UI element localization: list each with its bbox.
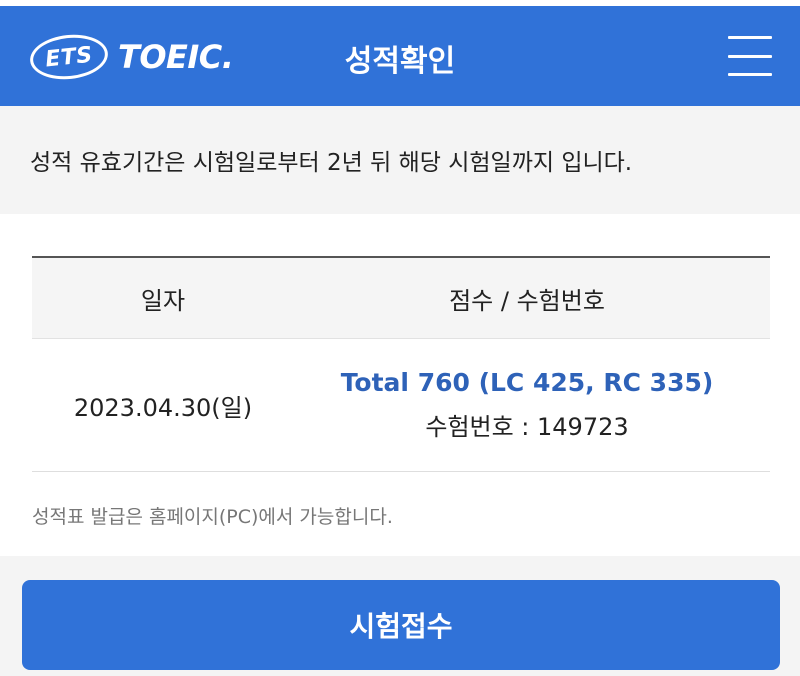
menu-line bbox=[728, 54, 772, 58]
table-row: 2023.04.30(일) Total 760 (LC 425, RC 335)… bbox=[32, 338, 770, 472]
exam-date: 2023.04.30(일) bbox=[73, 393, 253, 422]
header-score: 점수 / 수험번호 bbox=[449, 286, 605, 315]
issue-note: 성적표 발급은 홈페이지(PC)에서 가능합니다. bbox=[32, 506, 393, 528]
header-date: 일자 bbox=[140, 286, 186, 315]
validity-notice: 성적 유효기간은 시험일로부터 2년 뒤 해당 시험일까지 입니다. bbox=[0, 106, 800, 214]
exam-apply-button[interactable]: 시험접수 bbox=[22, 580, 780, 670]
menu-line bbox=[728, 73, 772, 76]
score-table: 일자 점수 / 수험번호 2023.04.30(일) Total 760 (LC… bbox=[32, 256, 770, 472]
table-header: 일자 점수 / 수험번호 bbox=[32, 256, 770, 338]
total-score: Total 760 (LC 425, RC 335) bbox=[340, 368, 714, 397]
validity-notice-text: 성적 유효기간은 시험일로부터 2년 뒤 해당 시험일까지 입니다. bbox=[30, 150, 633, 176]
page-title: 성적확인 bbox=[344, 44, 456, 79]
score-cell: Total 760 (LC 425, RC 335) 수험번호 : 149723 bbox=[294, 368, 770, 442]
exam-number: 수험번호 : 149723 bbox=[425, 413, 629, 441]
menu-line bbox=[728, 36, 772, 39]
hamburger-menu-icon[interactable] bbox=[728, 36, 772, 76]
app-header: ETS TOEIC. 성적확인 bbox=[0, 6, 800, 106]
